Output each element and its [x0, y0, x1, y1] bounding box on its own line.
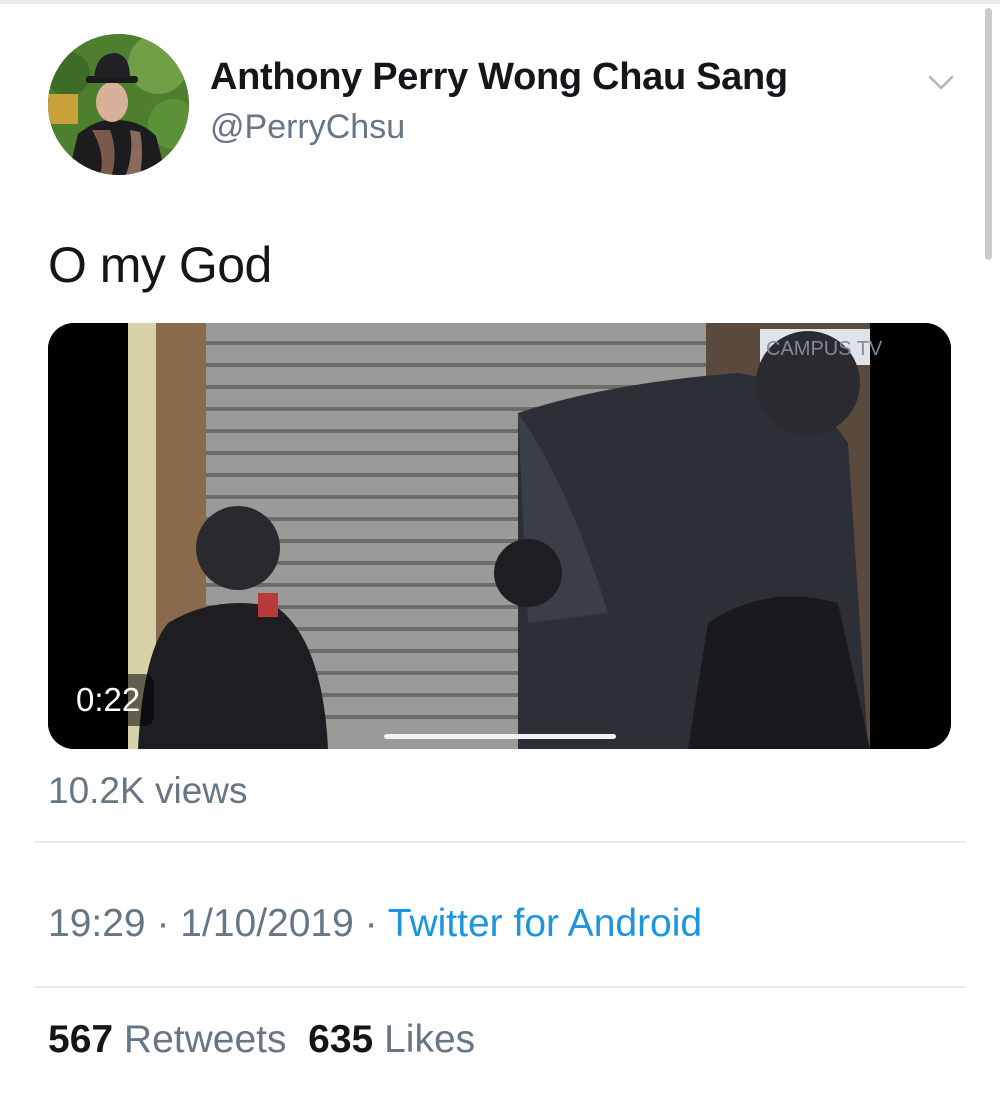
video-progress-bar[interactable]	[384, 734, 616, 739]
avatar[interactable]	[48, 34, 189, 175]
video-duration-badge: 0:22	[62, 674, 155, 726]
tweet-metadata: 19:29 · 1/10/2019 · Twitter for Android	[48, 902, 702, 946]
divider	[34, 841, 966, 843]
likes-label: Likes	[384, 1018, 476, 1061]
top-divider	[0, 0, 1000, 4]
divider	[34, 986, 966, 988]
likes-stat[interactable]: 635 Likes	[308, 1018, 475, 1061]
tweet-date: 1/10/2019	[180, 902, 354, 945]
user-handle[interactable]: @PerryChsu	[210, 108, 405, 147]
meta-separator: ·	[364, 902, 378, 945]
video-watermark: CAMPUS TV	[766, 338, 883, 360]
tweet-text: O my God	[48, 237, 272, 293]
meta-separator: ·	[156, 902, 170, 945]
view-count: 10.2K views	[48, 770, 248, 811]
likes-count: 635	[308, 1018, 374, 1061]
retweets-count: 567	[48, 1018, 114, 1061]
engagement-stats: 567 Retweets 635 Likes	[48, 1018, 475, 1062]
avatar-image	[48, 34, 189, 175]
user-display-name[interactable]: Anthony Perry Wong Chau Sang	[210, 56, 788, 99]
retweets-stat[interactable]: 567 Retweets	[48, 1018, 287, 1061]
tweet-source-link[interactable]: Twitter for Android	[388, 902, 702, 945]
chevron-down-icon[interactable]	[926, 70, 956, 94]
tweet-time: 19:29	[48, 902, 146, 945]
scrollbar[interactable]	[985, 8, 992, 260]
video-frame: CAMPUS TV	[48, 323, 951, 749]
video-player[interactable]: CAMPUS TV 0:22	[48, 323, 951, 749]
retweets-label: Retweets	[123, 1018, 287, 1061]
